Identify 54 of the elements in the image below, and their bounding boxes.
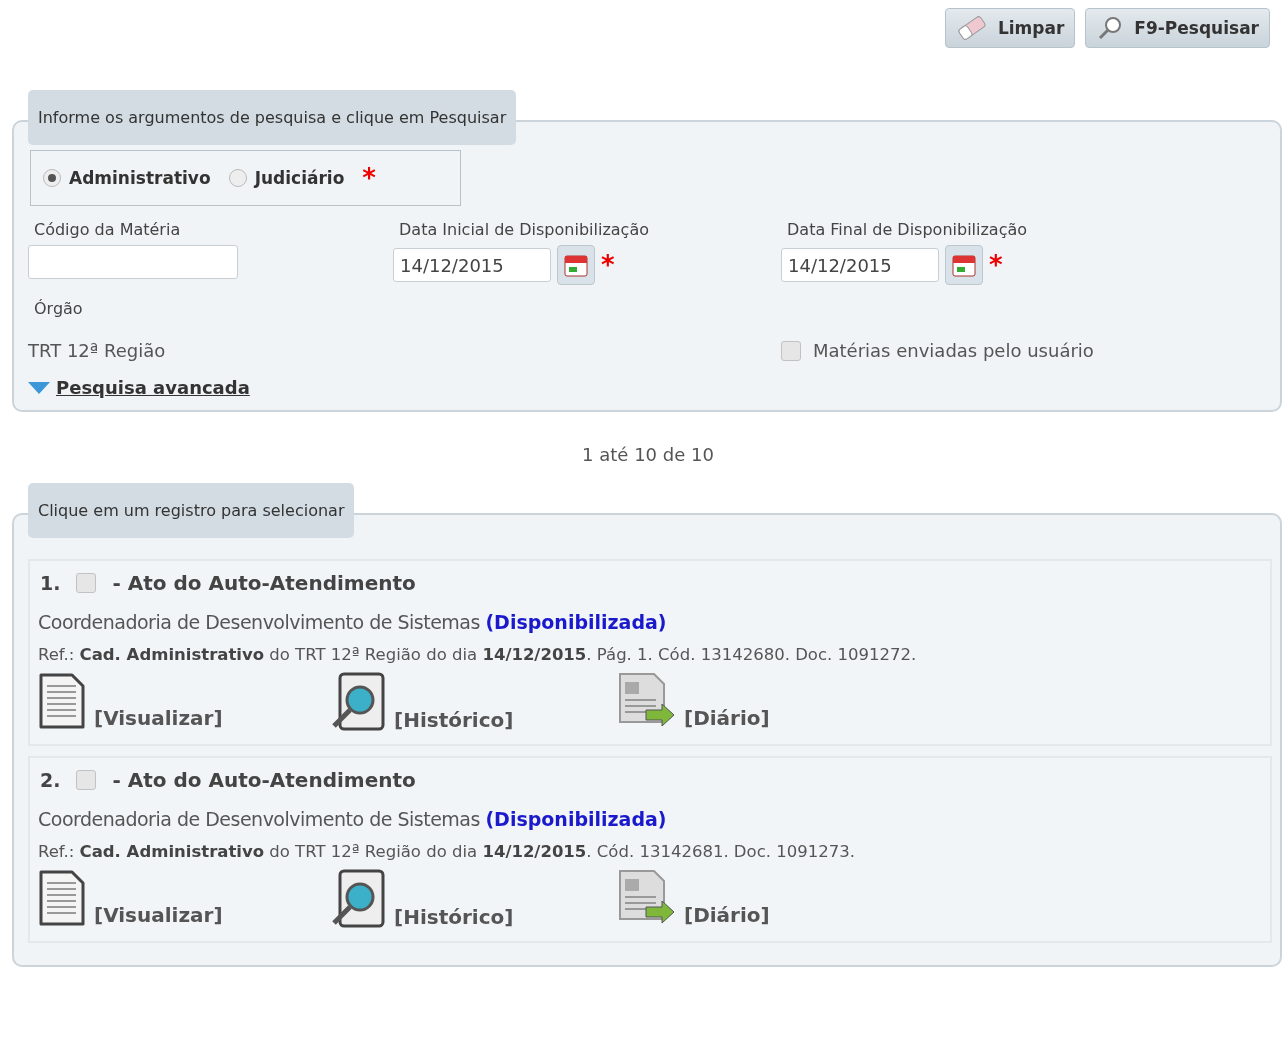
field-label: Órgão [34, 299, 84, 318]
record-card[interactable] [28, 559, 1272, 746]
clear-button[interactable]: Limpar [944, 8, 1076, 48]
calendar-button[interactable] [557, 245, 595, 285]
newspaper-arrow-icon [618, 869, 676, 927]
record-reference: Ref.: Cad. Administrativo do TRT 12ª Região do dia 14/12/2015. Cód. 13142681. Doc. 1091273. [38, 842, 856, 861]
record-status: (Disponibilizada) [485, 611, 667, 633]
newspaper-arrow-icon [618, 672, 676, 730]
pager-text: 1 até 10 de 10 [581, 444, 715, 465]
date-field[interactable]: 14/12/2015 [393, 248, 551, 282]
required-mark: * [989, 252, 1003, 278]
required-mark: * [362, 165, 376, 191]
view-link[interactable]: [Visualizar] [38, 869, 223, 927]
field-label: Data Inicial de Disponibilização [399, 220, 650, 239]
magnifier-document-icon [330, 672, 386, 732]
record-reference: Ref.: Cad. Administrativo do TRT 12ª Região do dia 14/12/2015. Pág. 1. Cód. 13142680. Doc. 1091272. [38, 645, 918, 664]
advanced-search-link[interactable]: Pesquisa avancada [56, 377, 250, 398]
field-label: Data Final de Disponibilização [787, 220, 1029, 239]
section-legend: Clique em um registro para selecionar [28, 483, 355, 538]
required-mark: * [601, 252, 615, 278]
radio-label: Administrativo [69, 168, 211, 188]
radio-label: Judiciário [254, 168, 345, 188]
document-icon [38, 672, 86, 730]
calendar-icon [563, 252, 589, 278]
journal-link[interactable]: [Diário] [618, 672, 770, 730]
document-icon [38, 869, 86, 927]
checkbox[interactable] [781, 340, 801, 361]
radio-button[interactable] [43, 169, 61, 187]
calendar-icon [951, 252, 977, 278]
view-link[interactable]: [Visualizar] [38, 672, 223, 730]
date-field[interactable]: 14/12/2015 [781, 248, 939, 282]
section-legend: Informe os argumentos de pesquisa e clique em Pesquisar [28, 90, 517, 145]
record-unit: Coordenadoria de Desenvolvimento de Sistemas [38, 808, 480, 830]
record-number: 1. [40, 572, 61, 594]
record-card[interactable] [28, 756, 1272, 943]
checkbox[interactable] [76, 573, 97, 593]
calendar-button[interactable] [945, 245, 983, 285]
magnifier-document-icon [330, 869, 386, 929]
record-unit: Coordenadoria de Desenvolvimento de Sistemas [38, 611, 480, 633]
checkbox[interactable] [76, 770, 97, 790]
radio-button[interactable] [228, 169, 247, 187]
input-field[interactable] [28, 245, 238, 279]
record-number: 2. [40, 769, 61, 791]
history-link[interactable]: [Histórico] [330, 672, 514, 732]
checkbox-label: Matérias enviadas pelo usuário [813, 340, 1094, 361]
caret-icon [28, 380, 50, 395]
journal-link[interactable]: [Diário] [618, 869, 770, 927]
record-status: (Disponibilizada) [485, 808, 667, 830]
organ-value: TRT 12ª Região [28, 340, 167, 361]
field-label: Código da Matéria [34, 220, 182, 239]
record-title: - Ato do Auto-Atendimento [112, 571, 416, 595]
record-title: - Ato do Auto-Atendimento [112, 768, 416, 792]
history-link[interactable]: [Histórico] [330, 869, 514, 929]
search-button[interactable]: F9-Pesquisar [1085, 8, 1270, 48]
